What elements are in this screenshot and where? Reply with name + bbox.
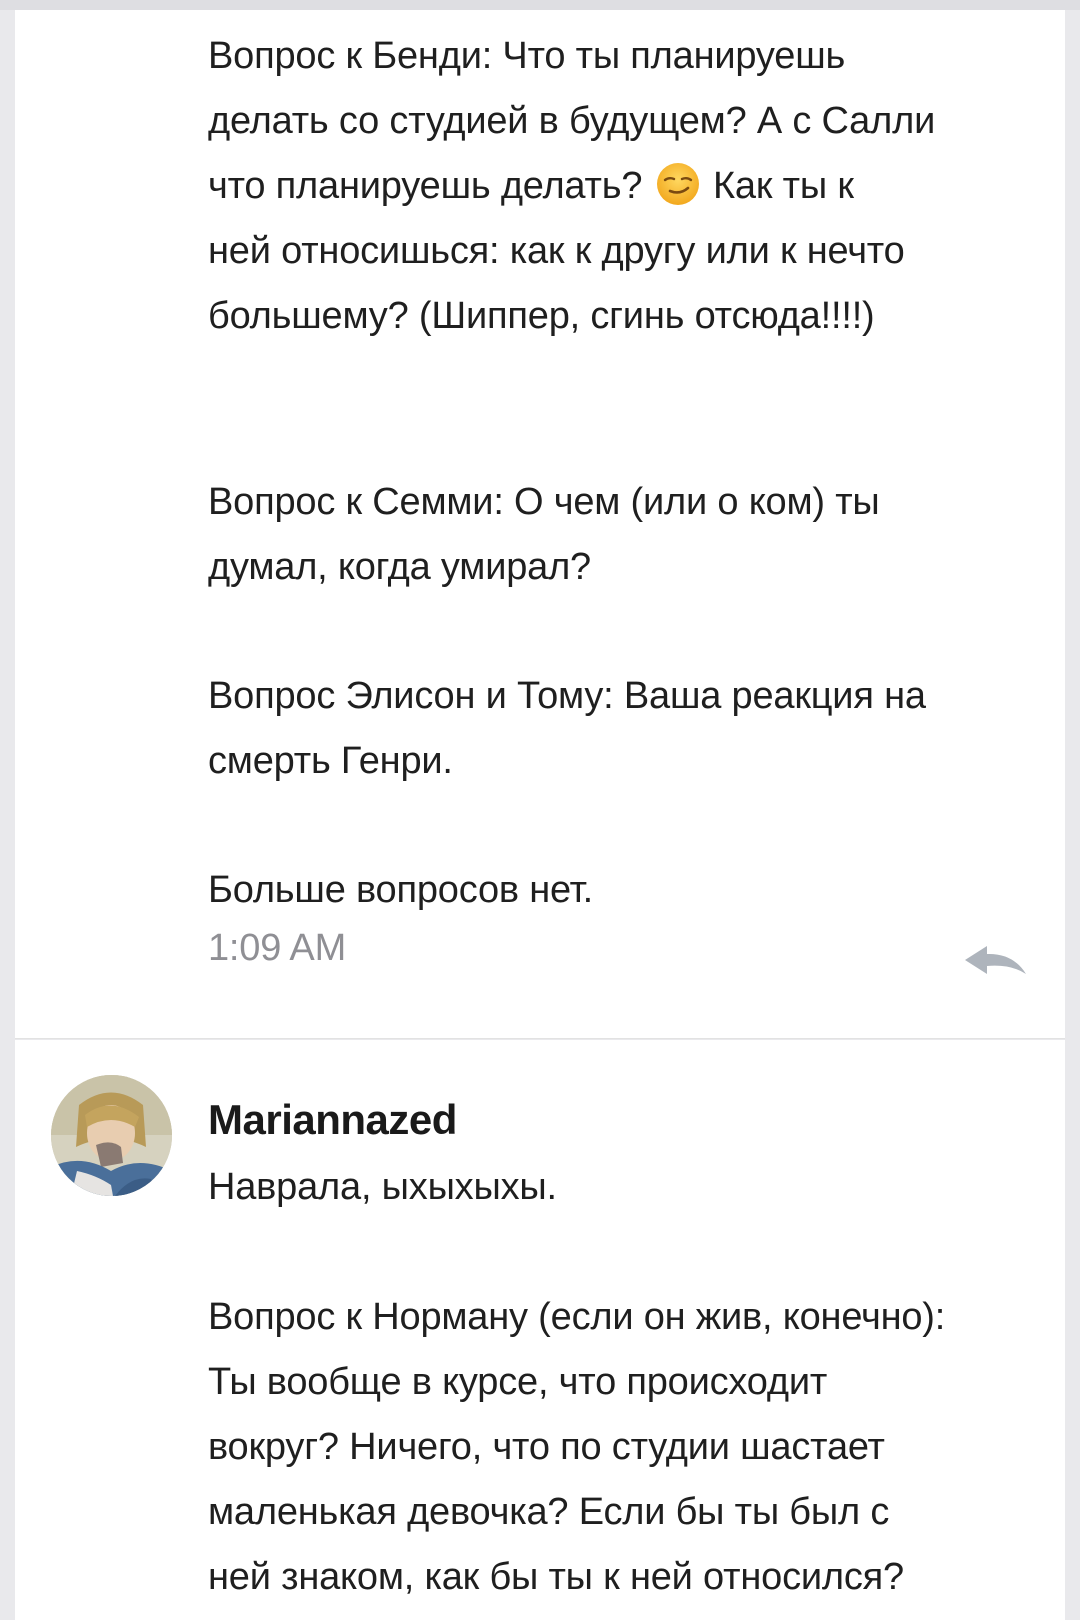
top-edge [0, 0, 1080, 10]
question-bendy: Вопрос к Бенди: Что ты планируешь делать… [208, 24, 1058, 349]
avatar[interactable] [51, 1075, 172, 1196]
comment-timestamp: 1:09 AM [208, 927, 347, 969]
reply-arrow-icon[interactable] [963, 938, 1029, 982]
question-alison-tom: Вопрос Элисон и Тому: Ваша реакция на см… [208, 675, 926, 782]
username[interactable]: Mariannazed [208, 1096, 457, 1144]
avatar-image [51, 1075, 172, 1196]
question-sammy: Вопрос к Семми: О чем (или о ком) ты дум… [208, 481, 880, 588]
smirking-face-icon [656, 163, 699, 205]
comment-card-2: Mariannazed Наврала, ыхыхыхы. Вопрос к Н… [15, 1040, 1065, 1620]
no-more-questions: Больше вопросов нет. [208, 869, 594, 911]
comment-card-1: Вопрос к Бенди: Что ты планируешь делать… [15, 10, 1065, 1039]
comment-text: Наврала, ыхыхыхы. Вопрос к Норману (если… [208, 1166, 946, 1598]
